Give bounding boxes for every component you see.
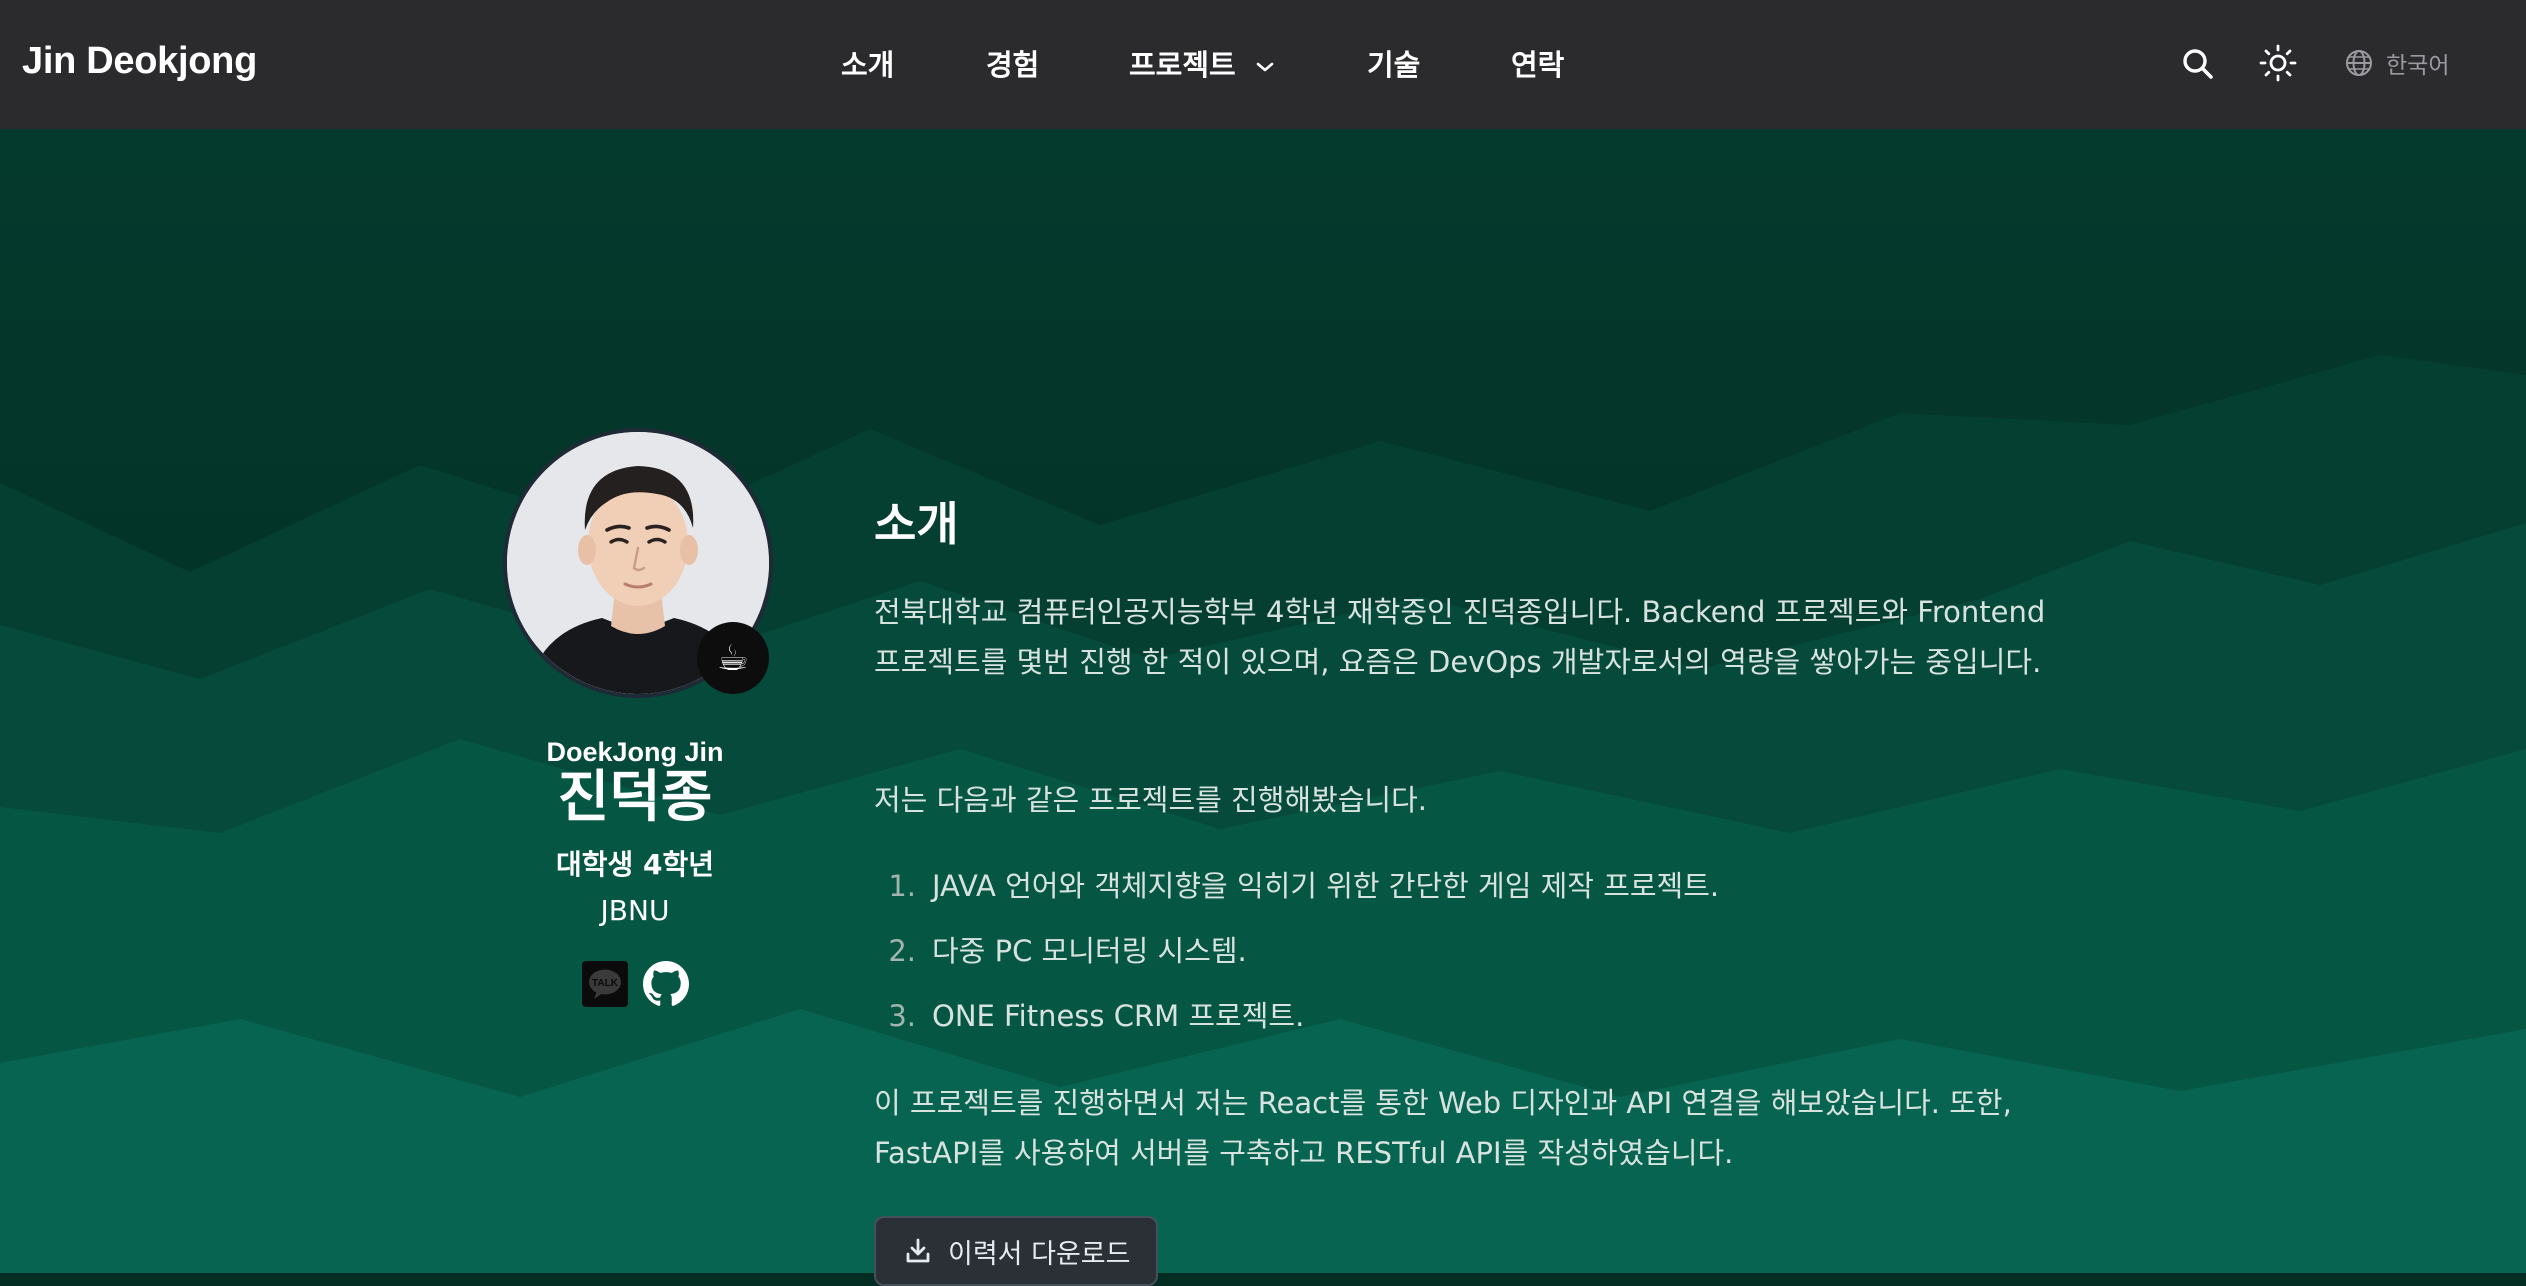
list-item-number: 1.: [888, 869, 916, 903]
nav-item-label: 소개: [841, 48, 895, 82]
about-intro-paragraph: 전북대학교 컴퓨터인공지능학부 4학년 재학중인 진덕종입니다. Backend…: [874, 595, 2046, 679]
list-item: 2. 다중 PC 모니터링 시스템.: [874, 926, 2054, 991]
brand-logo-text[interactable]: Jin Deokjong: [22, 40, 257, 83]
globe-icon: [2346, 50, 2372, 76]
coffee-cup-icon: ☕: [697, 622, 769, 694]
list-item-number: 3.: [888, 999, 916, 1033]
nav-item-label: 연락: [1511, 48, 1565, 82]
nav-item-experience[interactable]: 경험: [986, 42, 1039, 84]
profile-name-korean: 진덕종: [557, 765, 713, 830]
list-item-text: 다중 PC 모니터링 시스템.: [932, 934, 1247, 968]
project-list: 1. JAVA 언어와 객체지향을 익히기 위한 간단한 게임 제작 프로젝트.…: [874, 861, 2054, 1056]
download-icon: [906, 1238, 930, 1263]
profile-role: 대학생 4학년: [555, 848, 715, 881]
svg-text:TALK: TALK: [592, 978, 619, 989]
language-selector[interactable]: 한국어: [2344, 46, 2449, 80]
summary-paragraph: 이 프로젝트를 진행하면서 저는 React를 통한 Web 디자인과 API …: [874, 1086, 2012, 1170]
nav-item-skills[interactable]: 기술: [1367, 42, 1420, 84]
nav-item-label: 기술: [1367, 48, 1421, 82]
nav-item-about[interactable]: 소개: [841, 42, 894, 84]
hero-section: ☕ DoekJong Jin 진덕종 대학생 4학년 JBNU TALK 소개 …: [0, 0, 2526, 1286]
resume-download-button[interactable]: 이력서 다운로드: [874, 1216, 1158, 1286]
about-section-title: 소개: [874, 497, 959, 551]
profile-avatar-container: ☕: [503, 428, 779, 704]
search-icon[interactable]: [2180, 46, 2216, 82]
list-item-text: ONE Fitness CRM 프로젝트.: [932, 999, 1305, 1033]
language-label: 한국어: [2386, 53, 2450, 79]
list-item: 3. ONE Fitness CRM 프로젝트.: [874, 991, 2054, 1056]
resume-download-label: 이력서 다운로드: [948, 1238, 1131, 1270]
nav-item-label: 경험: [986, 48, 1040, 82]
kakaotalk-icon[interactable]: TALK: [582, 961, 628, 1007]
list-item-number: 2.: [888, 934, 916, 968]
profile-school: JBNU: [600, 894, 670, 927]
sun-icon[interactable]: [2259, 44, 2297, 82]
top-navigation-bar: Jin Deokjong 소개 경험 프로젝트 기술 연락 한국어: [0, 0, 2526, 129]
github-icon[interactable]: [643, 961, 689, 1007]
list-item: 1. JAVA 언어와 객체지향을 익히기 위한 간단한 게임 제작 프로젝트.: [874, 861, 2054, 926]
nav-item-label: 프로젝트: [1129, 48, 1236, 82]
projects-intro-paragraph: 저는 다음과 같은 프로젝트를 진행해봤습니다.: [874, 783, 1428, 817]
list-item-text: JAVA 언어와 객체지향을 익히기 위한 간단한 게임 제작 프로젝트.: [932, 869, 1720, 903]
chevron-down-icon: [1256, 62, 1274, 72]
nav-item-contact[interactable]: 연락: [1511, 42, 1564, 84]
nav-item-projects[interactable]: 프로젝트: [1129, 42, 1274, 84]
